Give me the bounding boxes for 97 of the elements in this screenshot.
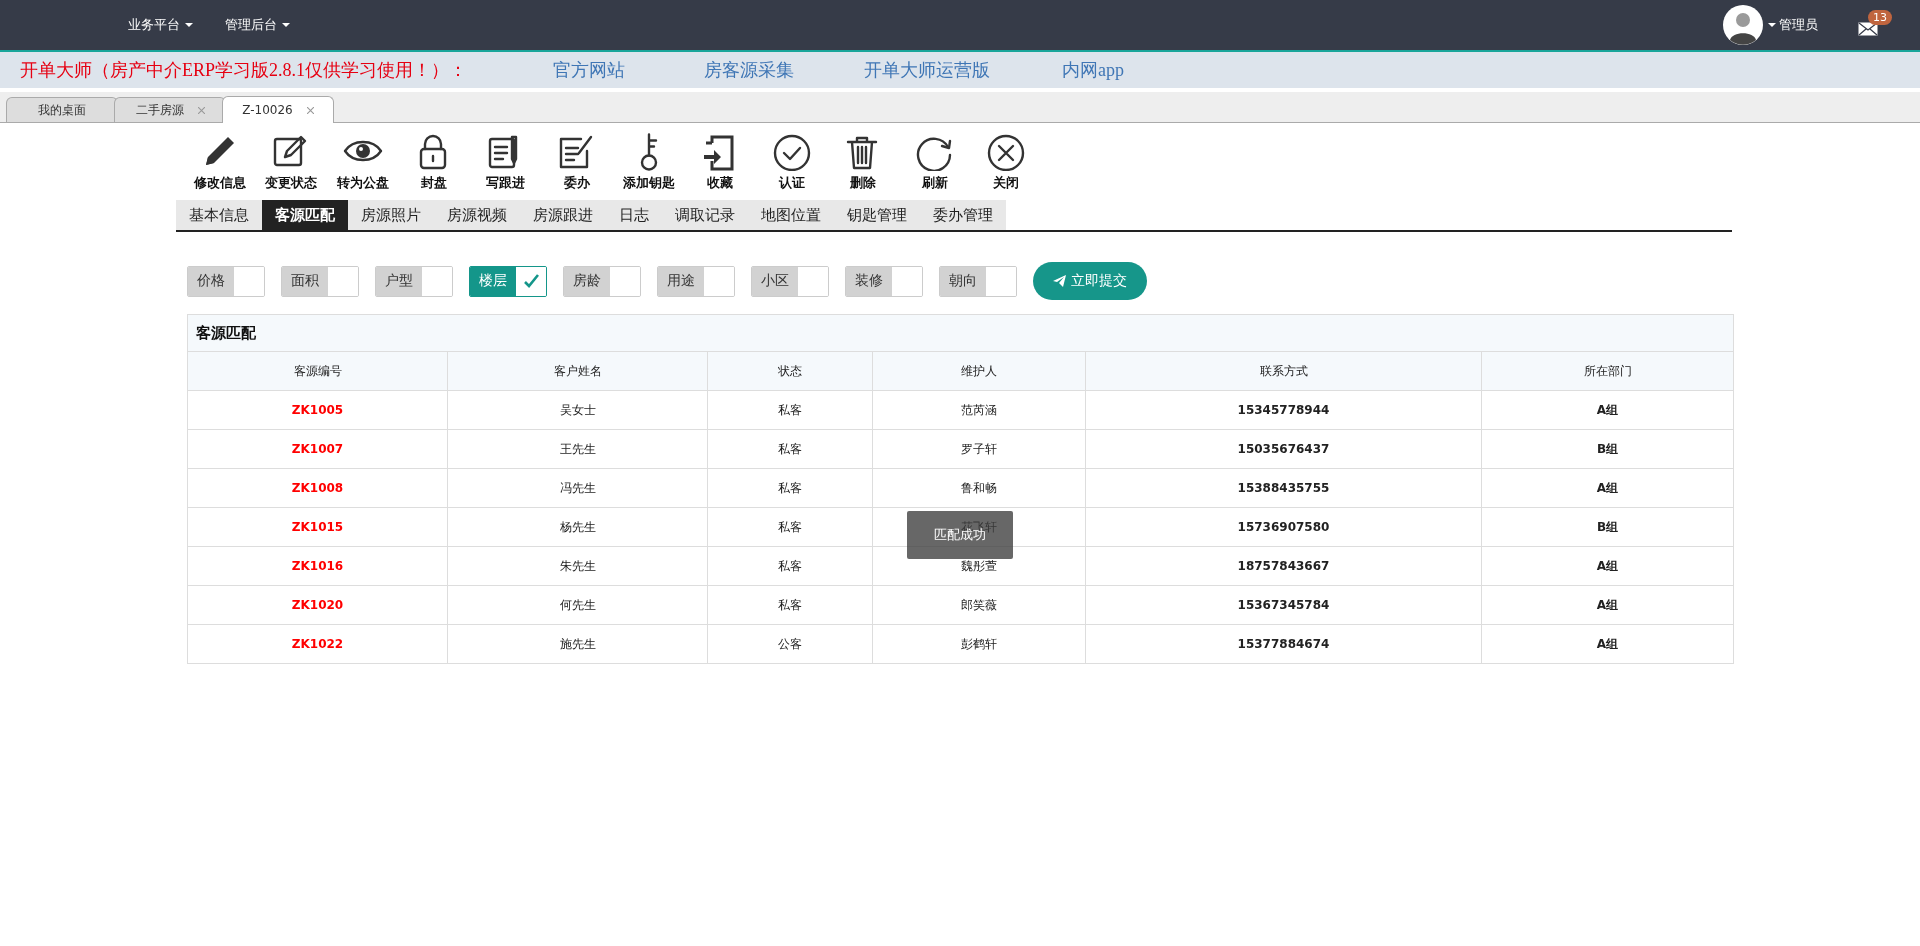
toolbar-button[interactable]: 添加钥匙: [613, 133, 685, 192]
table-cell: 私客: [707, 390, 873, 430]
table-cell: 冯先生: [447, 468, 708, 508]
toolbar-button[interactable]: 刷新: [899, 133, 971, 192]
table-cell: 18757843667: [1085, 546, 1482, 586]
count-badge: 13: [1868, 10, 1892, 25]
filter-label: 朝向: [940, 266, 986, 296]
toolbar-button[interactable]: 委办: [541, 133, 613, 192]
close-icon[interactable]: [306, 106, 314, 114]
detail-tab[interactable]: 委办管理: [920, 200, 1006, 230]
detail-tab[interactable]: 地图位置: [748, 200, 834, 230]
filter-option[interactable]: 房龄: [563, 265, 641, 297]
toolbar-button[interactable]: 写跟进: [470, 133, 542, 192]
record-link[interactable]: ZK1005: [188, 390, 448, 430]
column-header: 状态: [707, 352, 873, 391]
submit-button[interactable]: 立即提交: [1033, 262, 1147, 300]
table-cell: A组: [1481, 624, 1733, 663]
user-menu[interactable]: 管理员: [1768, 16, 1818, 34]
detail-tab[interactable]: 房源照片: [348, 200, 434, 230]
table-cell: 私客: [707, 507, 873, 547]
filter-option[interactable]: 价格: [187, 265, 265, 297]
toolbar-button[interactable]: 变更状态: [255, 133, 327, 192]
toolbar-button[interactable]: 关闭: [970, 133, 1042, 192]
avatar: [1723, 5, 1763, 45]
table-cell: 何先生: [447, 585, 708, 625]
key-icon: [639, 133, 658, 171]
filter-label: 价格: [188, 266, 234, 296]
send-icon: [1053, 275, 1066, 287]
filter-option[interactable]: 小区: [751, 265, 829, 297]
table-cell: 私客: [707, 429, 873, 469]
record-link[interactable]: ZK1016: [188, 546, 448, 586]
filter-label: 面积: [282, 266, 328, 296]
banner-title: 开单大师（房产中介ERP学习版2.8.1仅供学习使用！）：: [19, 59, 468, 82]
table-cell: 吴女士: [447, 390, 708, 430]
filter-option[interactable]: 装修: [845, 265, 923, 297]
check-icon: [523, 274, 539, 288]
detail-tab[interactable]: 钥匙管理: [834, 200, 920, 230]
menu-button[interactable]: 业务平台: [128, 16, 193, 34]
table-cell: 罗子轩: [872, 429, 1086, 469]
column-header: 客源编号: [188, 352, 448, 391]
detail-tab[interactable]: 日志: [606, 200, 662, 230]
detail-tab[interactable]: 房源跟进: [520, 200, 606, 230]
mail-icon: [1858, 22, 1878, 36]
toolbar-button[interactable]: 认证: [756, 133, 828, 192]
record-link[interactable]: ZK1015: [188, 507, 448, 547]
banner-link[interactable]: 房客源采集: [704, 58, 864, 82]
record-link[interactable]: ZK1008: [188, 468, 448, 508]
table-cell: 15345778944: [1085, 390, 1482, 430]
table-cell: 私客: [707, 546, 873, 586]
filter-option[interactable]: 朝向: [939, 265, 1017, 297]
detail-tab[interactable]: 房源视频: [434, 200, 520, 230]
close-icon[interactable]: [197, 106, 205, 114]
table-cell: 鲁和畅: [872, 468, 1086, 508]
record-link[interactable]: ZK1020: [188, 585, 448, 625]
caret-icon: [282, 23, 290, 27]
table-cell: 15035676437: [1085, 429, 1482, 469]
table-cell: 15736907580: [1085, 507, 1482, 547]
column-header: 联系方式: [1085, 352, 1482, 391]
filter-option[interactable]: 面积: [281, 265, 359, 297]
filter-label: 用途: [658, 266, 704, 296]
banner-link[interactable]: 官方网站: [553, 58, 704, 82]
menu-button[interactable]: 管理后台: [225, 16, 290, 34]
toolbar-button[interactable]: 收藏: [684, 133, 756, 192]
toolbar-button[interactable]: 删除: [827, 133, 899, 192]
table-cell: 郎笑薇: [872, 585, 1086, 625]
filter-label: 户型: [376, 266, 422, 296]
banner-link[interactable]: 开单大师运营版: [864, 58, 1062, 82]
filter-label: 楼层: [470, 266, 516, 296]
toolbar-button[interactable]: 修改信息: [184, 133, 256, 192]
toolbar-button[interactable]: 封盘: [398, 133, 470, 192]
table-cell: 15388435755: [1085, 468, 1482, 508]
filter-label: 装修: [846, 266, 892, 296]
table-title: 客源匹配: [188, 315, 1733, 352]
page-tab[interactable]: Z-10026: [222, 96, 334, 123]
detail-tab[interactable]: 调取记录: [662, 200, 748, 230]
record-link[interactable]: ZK1022: [188, 624, 448, 663]
filter-option[interactable]: 用途: [657, 265, 735, 297]
column-header: 维护人: [872, 352, 1086, 391]
detail-tab[interactable]: 基本信息: [176, 200, 262, 230]
caret-icon: [1768, 23, 1776, 27]
table-cell: 15367345784: [1085, 585, 1482, 625]
table-cell: 范芮涵: [872, 390, 1086, 430]
record-link[interactable]: ZK1007: [188, 429, 448, 469]
table-cell: 杨先生: [447, 507, 708, 547]
table-cell: 朱先生: [447, 546, 708, 586]
column-header: 客户姓名: [447, 352, 708, 391]
table-cell: 私客: [707, 585, 873, 625]
detail-tab[interactable]: 客源匹配: [262, 200, 348, 230]
column-header: 所在部门: [1481, 352, 1733, 391]
table-cell: 私客: [707, 468, 873, 508]
banner-link[interactable]: 内网app: [1062, 58, 1124, 82]
toolbar-button[interactable]: 转为公盘: [327, 133, 399, 192]
filter-option[interactable]: 户型: [375, 265, 453, 297]
filter-label: 小区: [752, 266, 798, 296]
filter-label: 房龄: [564, 266, 610, 296]
table-cell: 王先生: [447, 429, 708, 469]
caret-icon: [185, 23, 193, 27]
